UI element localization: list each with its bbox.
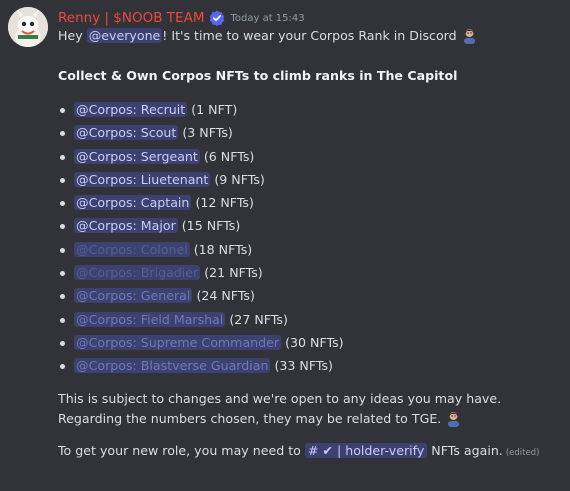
- list-item: @Corpos: Brigadier (21 NFTs): [58, 261, 563, 284]
- list-item: @Corpos: Scout (3 NFTs): [58, 121, 563, 144]
- heading: Collect & Own Corpos NFTs to climb ranks…: [58, 68, 458, 83]
- message-content: Hey @everyone! It's time to wear your Co…: [58, 26, 563, 461]
- list-item: @Corpos: Field Marshal (27 NFTs): [58, 308, 563, 331]
- role-mention[interactable]: @Corpos: Sergeant: [74, 148, 200, 164]
- role-mention[interactable]: @Corpos: Colonel: [74, 241, 190, 257]
- verified-badge-icon: [210, 10, 225, 26]
- author-name[interactable]: Renny | $NOOB TEAM: [58, 10, 204, 26]
- list-item: @Corpos: Captain (12 NFTs): [58, 191, 563, 214]
- channel-link-holder-verify[interactable]: # ✔ | holder-verify: [304, 442, 428, 458]
- everyone-mention[interactable]: @everyone: [86, 28, 163, 43]
- message: Renny | $NOOB TEAM Today at 15:43 Hey @e…: [0, 0, 570, 491]
- edited-label: (edited): [505, 447, 540, 458]
- list-item: @Corpos: Blastverse Guardian (33 NFTs): [58, 354, 563, 377]
- list-item: @Corpos: Sergeant (6 NFTs): [58, 145, 563, 168]
- footer-line: To get your new role, you may need to # …: [58, 442, 540, 458]
- list-item: @Corpos: Major (15 NFTs): [58, 214, 563, 237]
- person-emoji-icon: [445, 410, 462, 427]
- user-avatar-icon[interactable]: [8, 7, 48, 47]
- role-mention[interactable]: @Corpos: Liuetenant: [74, 171, 211, 187]
- list-item: @Corpos: Recruit (1 NFT): [58, 98, 563, 121]
- person-emoji-icon: [461, 27, 478, 44]
- timestamp: Today at 15:43: [230, 12, 305, 24]
- role-mention[interactable]: @Corpos: Recruit: [74, 102, 188, 117]
- role-mention[interactable]: @Corpos: General: [74, 288, 193, 304]
- role-mention[interactable]: @Corpos: Captain: [74, 195, 192, 211]
- rank-list: @Corpos: Recruit (1 NFT) @Corpos: Scout …: [58, 98, 563, 378]
- role-mention[interactable]: @Corpos: Field Marshal: [74, 311, 226, 327]
- list-item: @Corpos: Supreme Commander (30 NFTs): [58, 331, 563, 354]
- note-line-2: Regarding the numbers chosen, they may b…: [58, 409, 563, 429]
- list-item: @Corpos: Liuetenant (9 NFTs): [58, 168, 563, 191]
- note-line-1: This is subject to changes and we're ope…: [58, 390, 502, 406]
- role-mention[interactable]: @Corpos: Major: [74, 218, 178, 234]
- role-mention[interactable]: @Corpos: Supreme Commander: [74, 334, 282, 350]
- greeting-line: Hey @everyone! It's time to wear your Co…: [58, 26, 563, 46]
- role-mention[interactable]: @Corpos: Scout: [74, 125, 179, 141]
- list-item: @Corpos: Colonel (18 NFTs): [58, 238, 563, 261]
- list-item: @Corpos: General (24 NFTs): [58, 284, 563, 307]
- role-mention[interactable]: @Corpos: Blastverse Guardian: [74, 358, 271, 374]
- role-mention[interactable]: @Corpos: Brigadier: [74, 265, 201, 281]
- message-header: Renny | $NOOB TEAM Today at 15:43: [58, 9, 305, 27]
